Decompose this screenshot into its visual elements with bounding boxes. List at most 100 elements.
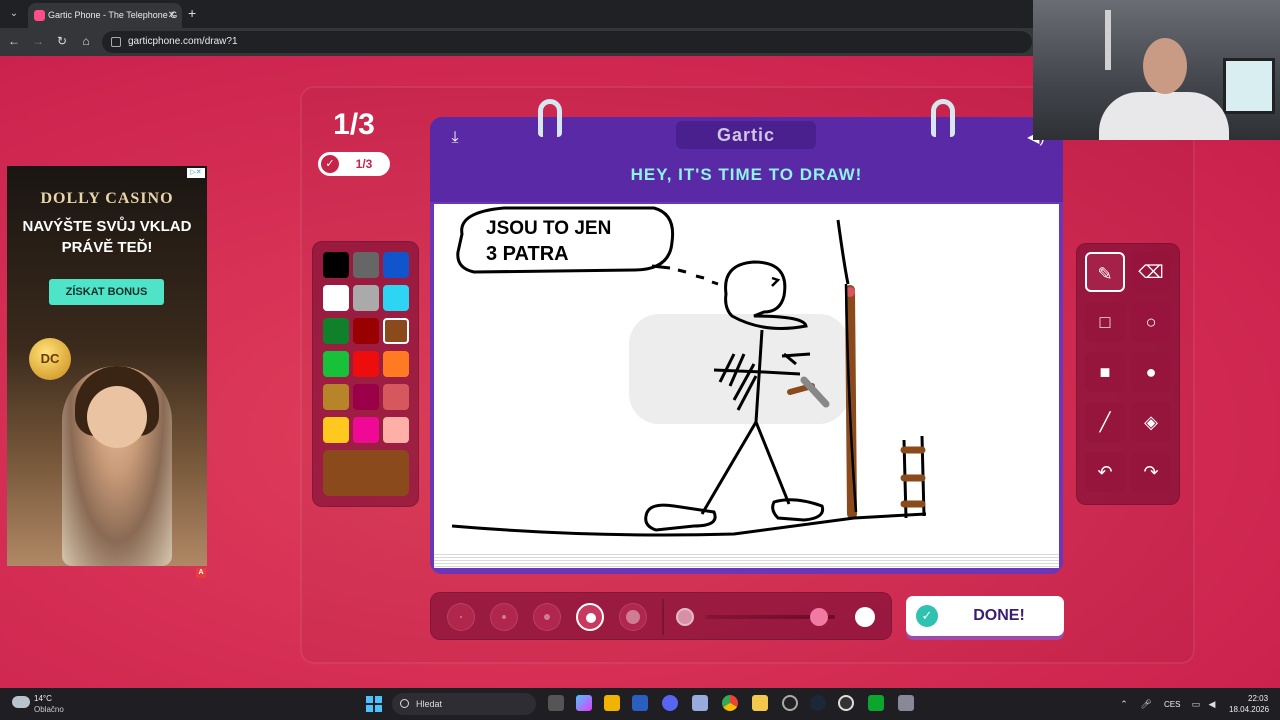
current-color-preview xyxy=(323,450,409,496)
board-header: ⤓ Gartic ◀) HEY, IT'S TIME TO DRAW! xyxy=(430,99,1063,202)
color-swatch[interactable] xyxy=(353,252,379,278)
word-icon[interactable] xyxy=(632,695,648,711)
chrome-icon[interactable] xyxy=(722,695,738,711)
circle-outline-icon[interactable]: ○ xyxy=(1131,302,1171,342)
opacity-slider-thumb[interactable] xyxy=(810,608,829,626)
color-swatch[interactable] xyxy=(323,384,349,410)
board-title: HEY, IT'S TIME TO DRAW! xyxy=(630,165,863,184)
weather-temperature[interactable]: 14°C xyxy=(34,694,52,703)
color-swatch[interactable] xyxy=(383,351,409,377)
color-swatch[interactable] xyxy=(353,417,379,443)
browser-tab[interactable]: Gartic Phone - The Telephone G ✕ xyxy=(28,3,182,28)
forward-icon[interactable]: → xyxy=(30,34,46,48)
ad-brand: DOLLY CASINO xyxy=(40,190,174,207)
done-label: DONE! xyxy=(973,607,1025,624)
circle-fill-icon[interactable]: ● xyxy=(1131,352,1171,392)
brush-panel xyxy=(430,592,892,640)
nvidia-icon[interactable] xyxy=(868,695,884,711)
color-swatch[interactable] xyxy=(383,252,409,278)
cloud-icon[interactable] xyxy=(12,696,30,708)
speech-dots xyxy=(651,264,719,286)
display-icon[interactable]: ▭ xyxy=(1190,698,1202,710)
pen-icon[interactable]: ✎ xyxy=(1085,252,1125,292)
site-info-icon[interactable] xyxy=(111,37,121,47)
download-icon[interactable]: ⤓ xyxy=(444,127,466,149)
reload-icon[interactable]: ↻ xyxy=(54,34,70,48)
webcam-background-window xyxy=(1223,58,1275,114)
color-swatch[interactable] xyxy=(383,318,409,344)
tab-search-icon[interactable]: ⌄ xyxy=(6,6,22,22)
color-swatch[interactable] xyxy=(353,318,379,344)
drawing-canvas[interactable]: JSOU TO JEN 3 PATRA xyxy=(434,204,1059,564)
media-player-icon[interactable] xyxy=(838,695,854,711)
square-outline-icon[interactable]: □ xyxy=(1085,302,1125,342)
adchoices-icon[interactable]: A xyxy=(196,568,206,578)
color-swatch[interactable] xyxy=(383,417,409,443)
game-page: ▷✕ DOLLY CASINO NAVÝŠTE SVŮJ VKLAD PRÁVĚ… xyxy=(0,56,1280,688)
ad-coin-logo: DC xyxy=(29,338,71,380)
gartic-logo: Gartic xyxy=(676,121,816,149)
undo-icon[interactable]: ↶ xyxy=(1085,452,1125,492)
round-counter: 1/3 xyxy=(333,108,375,141)
ad-cta-button[interactable]: ZÍSKAT BONUS xyxy=(49,279,164,305)
taskbar-search[interactable]: Hledat xyxy=(392,693,536,715)
round-pill: ✓ 1/3 xyxy=(318,152,390,176)
windows-start-icon[interactable] xyxy=(366,696,382,712)
notes-icon[interactable] xyxy=(692,695,708,711)
brush-size-button[interactable] xyxy=(619,603,647,631)
home-icon[interactable]: ⌂ xyxy=(78,34,94,48)
clock-time[interactable]: 22:03 xyxy=(1248,694,1268,703)
webcam-person-body xyxy=(1099,92,1229,140)
settings-icon[interactable] xyxy=(898,695,914,711)
new-tab-icon[interactable]: + xyxy=(188,5,196,21)
language-indicator[interactable]: CES xyxy=(1164,700,1180,709)
url-field[interactable]: garticphone.com/draw?1 xyxy=(102,31,1032,53)
file-explorer-icon[interactable] xyxy=(752,695,768,711)
ad-headline: NAVÝŠTE SVŮJ VKLAD PRÁVĚ TEĎ! xyxy=(22,218,192,256)
search-placeholder: Hledat xyxy=(416,699,443,709)
color-swatch[interactable] xyxy=(323,252,349,278)
color-palette xyxy=(312,241,419,507)
back-icon[interactable]: ← xyxy=(6,34,22,48)
color-swatch[interactable] xyxy=(323,417,349,443)
brush-size-button[interactable] xyxy=(576,603,604,631)
eraser-icon[interactable]: ⌫ xyxy=(1131,252,1171,292)
brush-size-button[interactable] xyxy=(490,603,518,631)
tab-close-icon[interactable]: ✕ xyxy=(168,3,176,28)
weather-description[interactable]: Oblačno xyxy=(34,705,64,714)
casino-ad[interactable]: ▷✕ DOLLY CASINO NAVÝŠTE SVŮJ VKLAD PRÁVĚ… xyxy=(7,166,207,566)
brush-size-button[interactable] xyxy=(447,603,475,631)
fill-bucket-icon[interactable]: ◈ xyxy=(1131,402,1171,442)
discord-icon[interactable] xyxy=(662,695,678,711)
store-icon[interactable] xyxy=(604,695,620,711)
tray-chevron-icon[interactable]: ⌃ xyxy=(1118,698,1130,710)
color-swatch[interactable] xyxy=(383,285,409,311)
obs-icon[interactable] xyxy=(782,695,798,711)
brush-size-button[interactable] xyxy=(533,603,561,631)
redo-icon[interactable]: ↷ xyxy=(1131,452,1171,492)
color-swatch[interactable] xyxy=(353,285,379,311)
round-pill-text: 1/3 xyxy=(355,157,373,171)
square-fill-icon[interactable]: ■ xyxy=(1085,352,1125,392)
volume-icon[interactable]: ◀ xyxy=(1206,698,1218,710)
task-view-icon[interactable] xyxy=(548,695,564,711)
drawing: JSOU TO JEN 3 PATRA xyxy=(451,206,927,537)
divider xyxy=(662,599,664,635)
copilot-icon[interactable] xyxy=(576,695,592,711)
tools-panel: ✎ ⌫ □ ○ ■ ● ╱ ◈ ↶ ↷ xyxy=(1076,243,1180,505)
steam-icon[interactable] xyxy=(810,695,826,711)
clock-date[interactable]: 18.04.2026 xyxy=(1229,705,1269,714)
microphone-icon[interactable]: 🎤︎ xyxy=(1140,698,1152,710)
brush-size-dot xyxy=(544,614,550,620)
color-swatch[interactable] xyxy=(323,351,349,377)
brush-size-dot xyxy=(586,613,596,623)
done-button[interactable]: ✓ DONE! xyxy=(906,596,1064,636)
color-swatch[interactable] xyxy=(323,285,349,311)
search-icon xyxy=(400,699,409,708)
color-swatch[interactable] xyxy=(323,318,349,344)
ad-info-icon[interactable]: ▷✕ xyxy=(187,168,205,178)
color-swatch[interactable] xyxy=(383,384,409,410)
color-swatch[interactable] xyxy=(353,351,379,377)
color-swatch[interactable] xyxy=(353,384,379,410)
line-icon[interactable]: ╱ xyxy=(1085,402,1125,442)
